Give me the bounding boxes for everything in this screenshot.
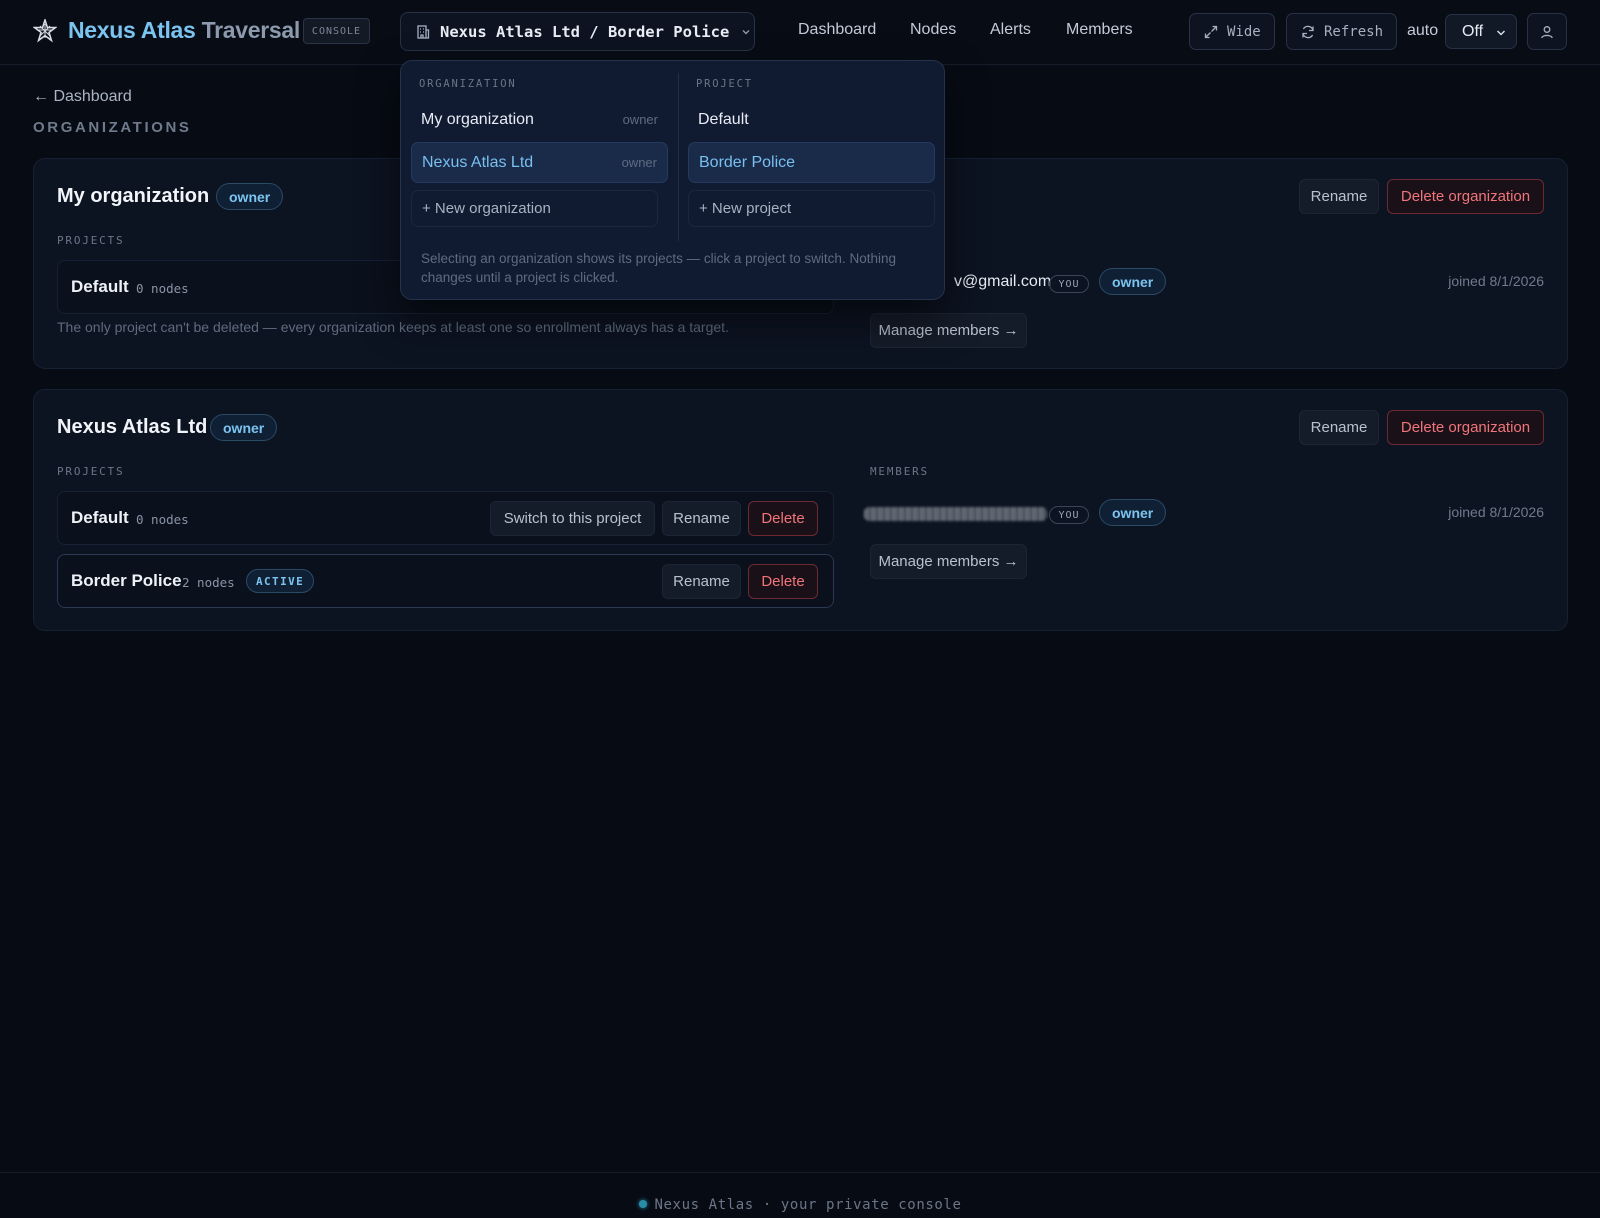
refresh-button[interactable]: Refresh	[1286, 13, 1398, 50]
org-name: Nexus Atlas Ltd	[57, 416, 208, 438]
rename-org-button[interactable]: Rename	[1299, 179, 1379, 214]
nav-alerts[interactable]: Alerts	[990, 21, 1031, 39]
delete-project-button[interactable]: Delete	[748, 564, 818, 599]
footer-text: Nexus Atlas · your private console	[654, 1197, 962, 1213]
role-badge: owner	[216, 183, 284, 210]
member-email: v@gmail.com	[954, 273, 1052, 290]
top-bar: Nexus Atlas Traversal CONSOLE Nexus Atla…	[0, 0, 1600, 65]
manage-members-button[interactable]: Manage members →	[870, 313, 1027, 348]
dropdown-org-name: My organization	[421, 110, 534, 128]
dropdown-org-role: owner	[621, 155, 657, 170]
nav-dashboard[interactable]: Dashboard	[798, 21, 876, 39]
project-node-count: 0 nodes	[136, 512, 189, 527]
user-menu-button[interactable]	[1527, 13, 1567, 50]
chevron-down-icon	[742, 29, 750, 34]
switch-project-button[interactable]: Switch to this project	[490, 501, 655, 536]
delete-project-button[interactable]: Delete	[748, 501, 818, 536]
back-to-dashboard-link[interactable]: ← Dashboard	[33, 88, 132, 106]
dropdown-org-role: owner	[622, 112, 658, 127]
scope-label: Nexus Atlas Ltd / Border Police	[440, 22, 730, 41]
refresh-icon	[1302, 25, 1314, 38]
page-title: ORGANIZATIONS	[33, 119, 192, 136]
refresh-label: Refresh	[1324, 23, 1384, 40]
building-icon	[417, 24, 430, 39]
delete-org-button[interactable]: Delete organization	[1387, 179, 1544, 214]
you-badge: YOU	[1049, 275, 1089, 293]
project-node-count: 0 nodes	[136, 281, 189, 296]
nav-members[interactable]: Members	[1066, 21, 1133, 39]
dropdown-divider	[678, 73, 679, 241]
projects-label: PROJECTS	[57, 234, 125, 247]
dropdown-org-name: Nexus Atlas Ltd	[422, 153, 534, 171]
auto-refresh-label: auto	[1407, 22, 1439, 39]
auto-refresh-select[interactable]: Off	[1445, 14, 1517, 49]
dropdown-hint: Selecting an organization shows its proj…	[421, 251, 896, 285]
you-badge: YOU	[1049, 506, 1089, 524]
redacted-member-email	[864, 507, 1047, 521]
user-icon	[1541, 25, 1553, 38]
project-name: Border Police	[71, 571, 182, 590]
dropdown-project-item[interactable]: Default	[688, 99, 935, 140]
rename-project-button[interactable]: Rename	[662, 501, 741, 536]
org-card: Nexus Atlas Ltd owner Rename Delete orga…	[33, 389, 1568, 631]
project-name: Default	[71, 508, 129, 527]
member-role-badge: owner	[1099, 499, 1167, 526]
manage-members-button[interactable]: Manage members →	[870, 544, 1027, 579]
delete-org-button[interactable]: Delete organization	[1387, 410, 1544, 445]
rename-project-button[interactable]: Rename	[662, 564, 741, 599]
brand-primary: Nexus Atlas	[68, 17, 196, 43]
rename-org-button[interactable]: Rename	[1299, 410, 1379, 445]
org-project-dropdown: ORGANIZATION PROJECT My organization own…	[400, 60, 945, 300]
expand-icon	[1204, 25, 1218, 38]
dropdown-project-label: PROJECT	[696, 78, 753, 90]
dropdown-project-item-selected[interactable]: Border Police	[688, 142, 935, 183]
footer: Nexus Atlas · your private console	[0, 1197, 1600, 1213]
dropdown-org-label: ORGANIZATION	[419, 78, 517, 90]
chevron-down-icon	[1496, 30, 1506, 36]
org-project-selector[interactable]: Nexus Atlas Ltd / Border Police	[400, 12, 755, 51]
auto-refresh-value: Off	[1462, 22, 1484, 40]
active-badge: ACTIVE	[246, 569, 315, 593]
console-badge: CONSOLE	[303, 18, 370, 44]
logo-star-icon	[33, 19, 57, 43]
member-role-badge: owner	[1099, 268, 1167, 295]
status-dot-icon	[638, 1200, 647, 1208]
members-label: MEMBERS	[870, 465, 929, 478]
dropdown-project-name: Border Police	[699, 153, 796, 171]
new-organization-button[interactable]: + New organization	[411, 190, 658, 227]
member-joined-date: joined 8/1/2026	[1448, 504, 1544, 520]
org-name: My organization	[57, 185, 210, 207]
projects-label: PROJECTS	[57, 465, 125, 478]
role-badge: owner	[210, 414, 278, 441]
brand-secondary: Traversal	[201, 17, 301, 43]
wide-button[interactable]: Wide	[1189, 13, 1275, 50]
dropdown-org-item[interactable]: My organization owner	[411, 99, 668, 140]
single-project-note: The only project can't be deleted — ever…	[57, 319, 729, 335]
project-row: Default 0 nodes Switch to this project R…	[57, 491, 834, 545]
wide-label: Wide	[1227, 23, 1261, 40]
member-joined-date: joined 8/1/2026	[1448, 273, 1544, 289]
project-row-active: Border Police 2 nodes ACTIVE Rename Dele…	[57, 554, 834, 608]
new-project-button[interactable]: + New project	[688, 190, 935, 227]
dropdown-project-name: Default	[698, 110, 749, 128]
dropdown-org-item-selected[interactable]: Nexus Atlas Ltd owner	[411, 142, 668, 183]
project-node-count: 2 nodes	[182, 575, 235, 590]
brand-name[interactable]: Nexus Atlas Traversal	[68, 17, 300, 44]
nav-nodes[interactable]: Nodes	[910, 21, 956, 39]
footer-divider	[0, 1172, 1600, 1173]
project-name: Default	[71, 277, 129, 296]
